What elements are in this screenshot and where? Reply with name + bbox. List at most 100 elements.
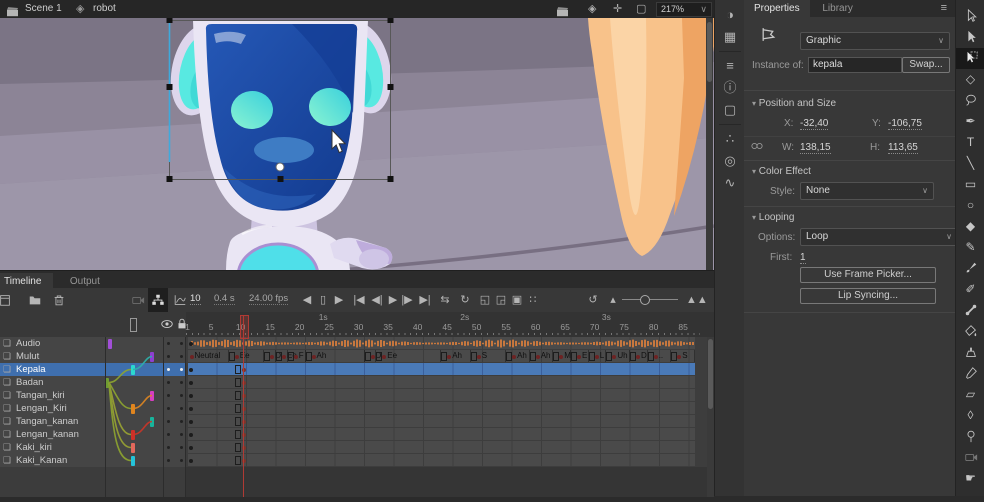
zoom-slider[interactable] <box>622 299 678 300</box>
rectangle-tool[interactable]: ▭ <box>956 174 984 195</box>
y-value[interactable]: -106,75 <box>888 118 922 130</box>
layer-row-Kepala[interactable]: ❏Kepala <box>0 363 186 377</box>
text-tool[interactable]: T <box>956 132 984 153</box>
frame-row-Audio[interactable] <box>186 337 714 351</box>
layer-row-Mulut[interactable]: ❏Mulut <box>0 350 186 364</box>
swap-button[interactable]: Swap... <box>902 57 950 73</box>
lip-syncing-button[interactable]: Lip Syncing... <box>800 288 936 304</box>
frame-span[interactable] <box>188 363 695 375</box>
section-position-size[interactable]: ▾ Position and Size <box>752 98 836 109</box>
stage-vscrollbar[interactable] <box>706 18 713 270</box>
loop-button[interactable]: ↻ <box>456 288 474 312</box>
w-value[interactable]: 138,15 <box>800 142 831 154</box>
playhead-marker[interactable] <box>240 315 249 339</box>
motion-editor-icon[interactable]: ∿ <box>715 172 745 194</box>
section-looping[interactable]: ▾ Looping <box>752 212 794 223</box>
section-color-effect[interactable]: ▾ Color Effect <box>752 166 811 177</box>
pen-tool[interactable]: ✒ <box>956 111 984 132</box>
lock-dot[interactable] <box>180 433 183 436</box>
lasso-tool[interactable] <box>956 90 984 111</box>
hand-tool[interactable]: ☛ <box>956 468 984 489</box>
visibility-dot[interactable] <box>167 381 170 384</box>
frame-span[interactable] <box>188 337 695 349</box>
layer-row-Lengan_kanan[interactable]: ❏Lengan_kanan <box>0 428 186 442</box>
layer-row-Badan[interactable]: ❏Badan <box>0 376 186 390</box>
layer-row-Tangan_kanan[interactable]: ❏Tangan_kanan <box>0 415 186 429</box>
lock-dot[interactable] <box>180 459 183 462</box>
visibility-dot[interactable] <box>167 355 170 358</box>
eyedropper-tool[interactable] <box>956 363 984 384</box>
width-tool[interactable]: ◊ <box>956 405 984 426</box>
frame-row-Mulut[interactable]: NeutralEeDEeFAhDEeAhSAhAhMELUhD..S <box>186 350 714 364</box>
current-frame-value[interactable]: 10 <box>190 293 201 305</box>
zoom-in-frames-button[interactable]: ▲▲ <box>686 288 704 312</box>
x-value[interactable]: -32,40 <box>800 118 828 130</box>
eraser-tool[interactable]: ▱ <box>956 384 984 405</box>
elapsed-time-value[interactable]: 0.4 s <box>214 293 235 305</box>
layer-row-Audio[interactable]: ❏Audio <box>0 337 186 351</box>
go-first-button[interactable]: |◀ <box>350 288 368 312</box>
lock-dot[interactable] <box>180 420 183 423</box>
show-hide-column-icon[interactable] <box>160 317 174 336</box>
lock-dot[interactable] <box>180 446 183 449</box>
camera-tool[interactable] <box>956 447 984 468</box>
first-frame-value[interactable]: 1 <box>800 252 806 264</box>
frame-ruler[interactable]: 1s2s3s1510152025303540455055606570758085 <box>186 312 714 338</box>
edit-symbols-icon[interactable]: ◈ <box>588 0 596 18</box>
frame-row-Lengan_kanan[interactable] <box>186 428 714 442</box>
visibility-dot[interactable] <box>167 420 170 423</box>
frame-rate-value[interactable]: 24.00 fps <box>249 293 288 305</box>
symbol-type-dropdown[interactable]: Graphic∨ <box>800 32 950 50</box>
pencil-tool[interactable]: ✎ <box>956 237 984 258</box>
classic-brush-tool[interactable]: ✐ <box>956 279 984 300</box>
lock-dot[interactable] <box>180 394 183 397</box>
frame-row-Badan[interactable] <box>186 376 714 390</box>
frame-span[interactable] <box>188 402 695 414</box>
frame-row-Tangan_kanan[interactable] <box>186 415 714 429</box>
breadcrumb-symbol[interactable]: robot <box>93 0 116 18</box>
color-icon[interactable]: ◑ <box>715 4 745 26</box>
frame-row-Lengan_Kiri[interactable] <box>186 402 714 416</box>
brushes-icon[interactable]: ∴ <box>715 128 745 150</box>
lock-dot[interactable] <box>180 355 183 358</box>
free-transform-tool[interactable]: ◇ <box>956 69 984 90</box>
frame-span[interactable] <box>188 415 695 427</box>
frame-row-Kepala[interactable] <box>186 363 714 377</box>
visibility-dot[interactable] <box>167 446 170 449</box>
timeline-vscrollbar[interactable] <box>707 337 714 497</box>
loop-options-dropdown[interactable]: Loop∨ <box>800 228 958 246</box>
layer-row-Kaki_kiri[interactable]: ❏Kaki_kiri <box>0 441 186 455</box>
swatches-icon[interactable]: ▦ <box>715 26 745 48</box>
zoom-out-frames-button[interactable]: ▴ <box>604 288 622 312</box>
breadcrumb-scene[interactable]: Scene 1 <box>25 0 62 18</box>
transform-icon[interactable]: ▢ <box>715 99 745 121</box>
visibility-dot[interactable] <box>167 342 170 345</box>
ink-bottle-tool[interactable] <box>956 342 984 363</box>
center-frame-icon[interactable]: ✛ <box>613 0 622 18</box>
color-style-dropdown[interactable]: None∨ <box>800 182 934 200</box>
align-icon[interactable]: ≡ <box>715 55 745 77</box>
frame-span[interactable] <box>188 389 695 401</box>
asset-warp-tool[interactable] <box>956 48 984 69</box>
lock-dot[interactable] <box>180 342 183 345</box>
frame-span[interactable] <box>188 454 695 466</box>
frame-span[interactable] <box>188 428 695 440</box>
cc-libraries-icon[interactable]: ◎ <box>715 150 745 172</box>
reset-timeline-zoom-button[interactable]: ↺ <box>584 288 602 312</box>
lock-dot[interactable] <box>180 368 183 371</box>
tab-properties[interactable]: Properties <box>744 0 810 17</box>
clip-content-icon[interactable]: ▢ <box>636 0 646 18</box>
use-frame-picker-button[interactable]: Use Frame Picker... <box>800 267 936 283</box>
frame-span[interactable] <box>188 441 695 453</box>
frame-row-Tangan_kiri[interactable] <box>186 389 714 403</box>
fluid-brush-tool[interactable] <box>956 258 984 279</box>
visibility-dot[interactable] <box>167 433 170 436</box>
frame-row-Kaki_Kanan[interactable] <box>186 454 714 468</box>
onion-skin-button[interactable]: ⇆ <box>436 288 454 312</box>
polystar-tool[interactable]: ◆ <box>956 216 984 237</box>
stage-zoom-select[interactable]: 217%∨ <box>656 2 712 17</box>
tab-library[interactable]: Library <box>812 0 863 17</box>
layer-row-Tangan_kiri[interactable]: ❏Tangan_kiri <box>0 389 186 403</box>
asset-sculpt-tool[interactable] <box>956 426 984 447</box>
bone-tool[interactable] <box>956 300 984 321</box>
